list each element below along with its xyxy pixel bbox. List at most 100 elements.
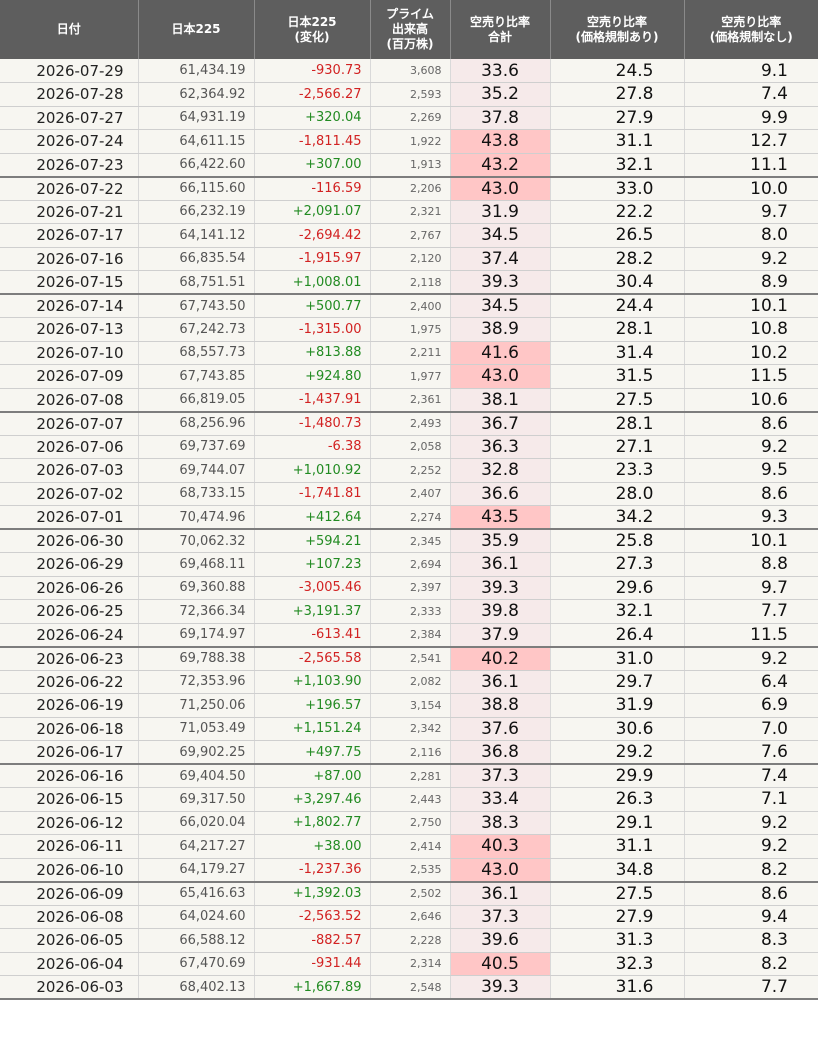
cell-ratio-total: 40.3 (449, 834, 550, 859)
cell-ratio-total: 34.5 (449, 294, 550, 318)
cell-change: +320.04 (253, 106, 370, 130)
cell-change: -882.57 (253, 928, 370, 953)
cell-ratio-reg: 23.3 (549, 458, 684, 483)
header-date-label: 日付 (56, 22, 81, 36)
cell-ratio-noreg: 8.6 (683, 881, 818, 906)
cell-change: -1,437.91 (253, 388, 370, 413)
cell-change: +1,667.89 (253, 975, 370, 1000)
cell-ratio-total: 43.8 (449, 129, 550, 154)
cell-ratio-total: 41.6 (449, 341, 550, 365)
table-row: 2026-06-24 69,174.97 -613.41 2,384 37.9 26.4 1… (0, 623, 818, 648)
table-row: 2026-06-16 69,404.50 +87.00 2,281 37.3 29.9 7.… (0, 764, 818, 788)
cell-volume: 1,975 (369, 317, 450, 342)
cell-ratio-total: 33.4 (449, 787, 550, 812)
header-ratio-total-line2: 合計 (487, 29, 512, 44)
cell-date: 2026-07-23 (0, 153, 138, 178)
cell-ratio-noreg: 9.2 (683, 435, 818, 459)
cell-ratio-noreg: 7.6 (683, 740, 818, 765)
cell-change: -931.44 (253, 952, 370, 976)
cell-ratio-reg: 28.2 (549, 247, 684, 271)
table-row: 2026-07-08 66,819.05 -1,437.91 2,361 38.1 27.… (0, 388, 818, 413)
table-row: 2026-06-29 69,468.11 +107.23 2,694 36.1 27.3 8… (0, 552, 818, 577)
cell-ratio-total: 36.7 (449, 411, 550, 436)
cell-change: +497.75 (253, 740, 370, 765)
cell-volume: 2,228 (369, 928, 450, 953)
table-row: 2026-06-15 69,317.50 +3,297.46 2,443 33.4 26.… (0, 787, 818, 812)
cell-nikkei: 71,250.06 (137, 693, 254, 718)
table-row: 2026-06-22 72,353.96 +1,103.90 2,082 36.1 29.… (0, 670, 818, 694)
cell-date: 2026-06-22 (0, 670, 138, 694)
cell-change: +107.23 (253, 552, 370, 577)
cell-nikkei: 67,743.85 (137, 364, 254, 389)
cell-ratio-reg: 26.3 (549, 787, 684, 812)
cell-volume: 2,281 (369, 764, 450, 788)
cell-ratio-noreg: 9.7 (683, 200, 818, 224)
cell-volume: 2,314 (369, 952, 450, 976)
cell-date: 2026-06-29 (0, 552, 138, 577)
cell-nikkei: 64,611.15 (137, 129, 254, 154)
cell-change: +1,392.03 (253, 881, 370, 906)
table-row: 2026-06-10 64,179.27 -1,237.36 2,535 43.0 34.… (0, 858, 818, 883)
cell-nikkei: 66,232.19 (137, 200, 254, 224)
cell-change: +1,802.77 (253, 811, 370, 835)
cell-ratio-reg: 34.2 (549, 505, 684, 530)
cell-change: -116.59 (253, 176, 370, 201)
cell-ratio-reg: 31.4 (549, 341, 684, 365)
cell-volume: 2,342 (369, 717, 450, 741)
cell-volume: 2,333 (369, 599, 450, 624)
table-row: 2026-06-09 65,416.63 +1,392.03 2,502 36.1 27.… (0, 881, 818, 906)
cell-volume: 2,548 (369, 975, 450, 1000)
cell-ratio-noreg: 11.5 (683, 364, 818, 389)
cell-ratio-reg: 26.5 (549, 223, 684, 248)
cell-ratio-total: 43.0 (449, 176, 550, 201)
table-row: 2026-06-18 71,053.49 +1,151.24 2,342 37.6 30.… (0, 717, 818, 741)
cell-nikkei: 72,353.96 (137, 670, 254, 694)
cell-change: +3,191.37 (253, 599, 370, 624)
cell-nikkei: 69,468.11 (137, 552, 254, 577)
table-row: 2026-07-28 62,364.92 -2,566.27 2,593 35.2 27.… (0, 82, 818, 107)
cell-change: -6.38 (253, 435, 370, 459)
table-row: 2026-06-19 71,250.06 +196.57 3,154 38.8 31.9 6… (0, 693, 818, 718)
header-ratio-reg-line1: 空売り比率 (586, 14, 647, 29)
cell-ratio-total: 34.5 (449, 223, 550, 248)
cell-volume: 2,274 (369, 505, 450, 530)
cell-ratio-total: 38.3 (449, 811, 550, 835)
cell-ratio-total: 39.3 (449, 270, 550, 295)
header-change-line2: (変化) (294, 29, 330, 44)
cell-date: 2026-07-09 (0, 364, 138, 389)
cell-change: -2,566.27 (253, 82, 370, 107)
cell-ratio-reg: 33.0 (549, 176, 684, 201)
cell-nikkei: 62,364.92 (137, 82, 254, 107)
cell-ratio-total: 36.8 (449, 740, 550, 765)
cell-date: 2026-06-19 (0, 693, 138, 718)
table-row: 2026-06-04 67,470.69 -931.44 2,314 40.5 32.3 8… (0, 952, 818, 976)
table-row: 2026-07-02 68,733.15 -1,741.81 2,407 36.6 28.… (0, 482, 818, 506)
cell-ratio-total: 39.8 (449, 599, 550, 624)
table-row: 2026-07-22 66,115.60 -116.59 2,206 43.0 33.0 1… (0, 176, 818, 201)
cell-ratio-total: 37.6 (449, 717, 550, 741)
cell-date: 2026-07-14 (0, 294, 138, 318)
cell-volume: 2,443 (369, 787, 450, 812)
cell-volume: 2,384 (369, 623, 450, 648)
short-selling-table: 日付 日本225 日本225 (変化) プライム 出来高 (百万株) 空売り比率 合計 … (0, 0, 818, 1000)
cell-ratio-total: 35.9 (449, 529, 550, 553)
cell-change: +196.57 (253, 693, 370, 718)
cell-nikkei: 66,020.04 (137, 811, 254, 835)
table-row: 2026-06-03 68,402.13 +1,667.89 2,548 39.3 31.… (0, 975, 818, 1000)
header-date: 日付 (0, 0, 138, 59)
cell-volume: 2,493 (369, 411, 450, 436)
cell-nikkei: 67,242.73 (137, 317, 254, 342)
cell-ratio-noreg: 11.1 (683, 153, 818, 178)
cell-date: 2026-07-29 (0, 59, 138, 83)
cell-date: 2026-06-09 (0, 881, 138, 906)
cell-volume: 2,120 (369, 247, 450, 271)
cell-ratio-reg: 29.1 (549, 811, 684, 835)
cell-ratio-total: 37.3 (449, 905, 550, 929)
table-row: 2026-07-23 66,422.60 +307.00 1,913 43.2 32.1 1… (0, 153, 818, 178)
cell-ratio-reg: 27.9 (549, 905, 684, 929)
table-row: 2026-07-17 64,141.12 -2,694.42 2,767 34.5 26.… (0, 223, 818, 248)
cell-date: 2026-06-10 (0, 858, 138, 883)
cell-date: 2026-06-18 (0, 717, 138, 741)
cell-date: 2026-06-04 (0, 952, 138, 976)
table-row: 2026-06-08 64,024.60 -2,563.52 2,646 37.3 27.… (0, 905, 818, 929)
